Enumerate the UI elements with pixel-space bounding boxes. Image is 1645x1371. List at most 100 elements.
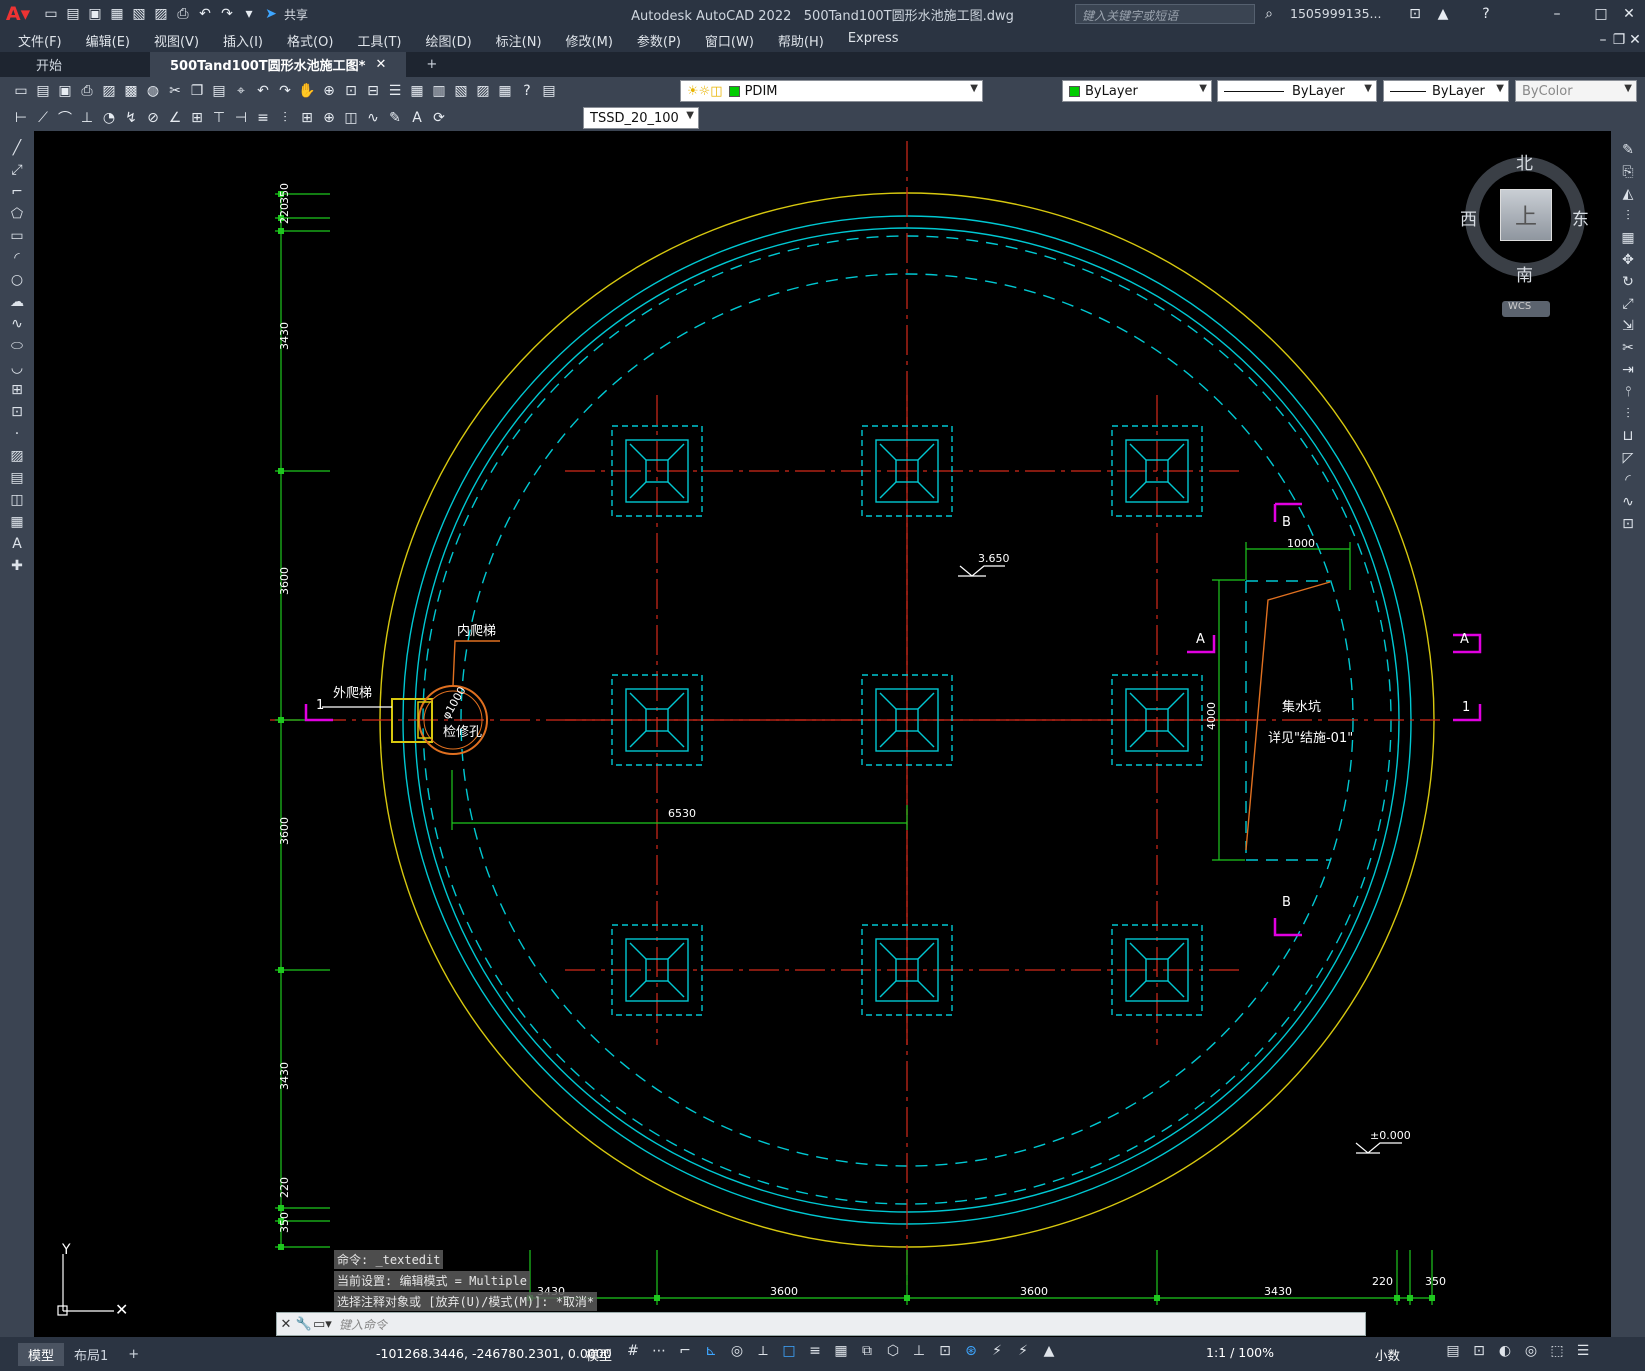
rotate-icon[interactable]: ↻	[1611, 271, 1645, 293]
grid-icon[interactable]: #	[620, 1343, 646, 1359]
app-menu-button[interactable]: A▾	[0, 1, 36, 27]
erase-icon[interactable]: ✎	[1611, 139, 1645, 161]
tab-drawing[interactable]: 500Tand100T圆形水池施工图* ✕	[150, 52, 407, 77]
region-icon[interactable]: ◫	[0, 489, 34, 511]
publish-icon[interactable]: ▧	[128, 3, 150, 25]
selection-cycle-icon[interactable]: ⧉	[854, 1343, 880, 1359]
menu-item[interactable]: 格式(O)	[275, 31, 345, 50]
gradient-icon[interactable]: ▤	[0, 467, 34, 489]
ellipse-icon[interactable]: ⬭	[0, 335, 34, 357]
minimize-icon[interactable]: –	[1546, 3, 1568, 25]
viewcube-south[interactable]: 南	[1516, 261, 1533, 286]
preview-icon[interactable]: ▨	[98, 80, 120, 102]
tab-start[interactable]: 开始	[0, 52, 150, 77]
plot-icon[interactable]: ▨	[150, 3, 172, 25]
menu-item[interactable]: 视图(V)	[142, 31, 211, 50]
command-line[interactable]: ✕ 🔧 ▭▾ 键入命令	[276, 1312, 1366, 1336]
gizmo-icon[interactable]: ⊛	[958, 1343, 984, 1359]
redo-icon[interactable]: ↷	[216, 3, 238, 25]
cmd-close-icon[interactable]: ✕	[277, 1317, 295, 1332]
hw-accel-icon[interactable]: ◎	[1518, 1343, 1544, 1359]
pan-icon[interactable]: ✋	[296, 80, 318, 102]
edit-text-icon[interactable]: A	[406, 107, 428, 129]
stretch-icon[interactable]: ⇲	[1611, 315, 1645, 337]
insert-block-icon[interactable]: ⊞	[0, 379, 34, 401]
3dosnap-icon[interactable]: ⬡	[880, 1343, 906, 1359]
new-icon[interactable]: ▭	[10, 80, 32, 102]
new-icon[interactable]: ▭	[40, 3, 62, 25]
annotation-scale[interactable]: 1:1 / 100%	[1206, 1345, 1274, 1360]
design-center-icon[interactable]: ▦	[406, 80, 428, 102]
plotstyle-dropdown[interactable]: ByColor ▼	[1515, 80, 1637, 102]
infer-icon[interactable]: ⌐	[672, 1343, 698, 1359]
osnap-icon[interactable]: □	[776, 1343, 802, 1359]
pline-icon[interactable]: ⌐	[0, 181, 34, 203]
viewcube-north[interactable]: 北	[1516, 149, 1533, 174]
customize-icon[interactable]: ☰	[1570, 1343, 1596, 1359]
make-block-icon[interactable]: ⊡	[0, 401, 34, 423]
new-tab-button[interactable]: +	[406, 52, 457, 77]
rectangle-icon[interactable]: ▭	[0, 225, 34, 247]
point-icon[interactable]: ·	[0, 423, 34, 445]
globe-icon[interactable]: ◍	[142, 80, 164, 102]
linetype-dropdown[interactable]: ByLayer ▼	[1217, 80, 1377, 102]
annot-icon[interactable]: ▲	[1036, 1343, 1062, 1359]
save-icon[interactable]: ▣	[54, 80, 76, 102]
explode-icon[interactable]: ⊡	[1611, 513, 1645, 535]
viewcube-west[interactable]: 西	[1460, 205, 1477, 230]
paste-icon[interactable]: ▤	[208, 80, 230, 102]
search-input[interactable]: 键入关键字或短语	[1075, 4, 1255, 24]
viewcube-face[interactable]: 上	[1500, 189, 1552, 241]
zoom-prev-icon[interactable]: ⊟	[362, 80, 384, 102]
continue-icon[interactable]: ⊣	[230, 107, 252, 129]
menu-item[interactable]: 绘图(D)	[414, 31, 484, 50]
transparency-icon[interactable]: ▦	[828, 1343, 854, 1359]
menu-item[interactable]: 窗口(W)	[693, 31, 766, 50]
cmd-customize-icon[interactable]: 🔧	[295, 1317, 313, 1332]
polygon-icon[interactable]: ⬠	[0, 203, 34, 225]
jogline-icon[interactable]: ∿	[362, 107, 384, 129]
cut-icon[interactable]: ✂	[164, 80, 186, 102]
dimstyle-dropdown[interactable]: TSSD_20_100 ▼	[583, 107, 699, 129]
more-icon[interactable]: ▾	[238, 3, 260, 25]
menu-item[interactable]: Express	[836, 31, 911, 50]
sheetset-icon[interactable]: ▧	[450, 80, 472, 102]
copy-icon[interactable]: ❐	[186, 80, 208, 102]
array-icon[interactable]: ▦	[1611, 227, 1645, 249]
ortho-icon[interactable]: ⊾	[698, 1343, 724, 1359]
help-icon[interactable]: ?	[516, 80, 538, 102]
extend-icon[interactable]: ⇥	[1611, 359, 1645, 381]
undo-icon[interactable]: ↶	[252, 80, 274, 102]
menu-item[interactable]: 标注(N)	[484, 31, 554, 50]
ordinate-icon[interactable]: ⊥	[76, 107, 98, 129]
offset-icon[interactable]: ⫶	[1611, 205, 1645, 227]
saveas-icon[interactable]: ▦	[106, 3, 128, 25]
maximize-icon[interactable]: □	[1590, 3, 1612, 25]
auto-scale-icon[interactable]: ⚡	[1010, 1343, 1036, 1359]
layer-dropdown[interactable]: ☀☼◫ PDIM ▼	[680, 80, 983, 102]
tab-layout1[interactable]: 布局1	[64, 1343, 118, 1366]
space-icon[interactable]: ≡	[252, 107, 274, 129]
model-space-toggle[interactable]: 模型	[586, 1345, 612, 1364]
search-icon[interactable]: ⌕	[1258, 3, 1280, 25]
tab-model[interactable]: 模型	[18, 1342, 65, 1366]
annot-visible-icon[interactable]: ⚡	[984, 1343, 1010, 1359]
table-icon[interactable]: ▦	[0, 511, 34, 533]
xline-icon[interactable]: ⤢	[0, 159, 34, 181]
scale-icon[interactable]: ⤢	[1611, 293, 1645, 315]
wcs-menu[interactable]: WCS	[1502, 301, 1550, 317]
quick-props-icon[interactable]: ▤	[1440, 1343, 1466, 1359]
share-label[interactable]: 共享	[284, 6, 308, 23]
radius-icon[interactable]: ◔	[98, 107, 120, 129]
revcloud-icon[interactable]: ☁	[0, 291, 34, 313]
mirror-icon[interactable]: ◭	[1611, 183, 1645, 205]
print-icon[interactable]: ⎙	[76, 80, 98, 102]
diameter-icon[interactable]: ⊘	[142, 107, 164, 129]
viewcube-east[interactable]: 东	[1572, 205, 1589, 230]
aligned-dim-icon[interactable]: ⟋	[32, 107, 54, 129]
coordinate-readout[interactable]: -101268.3446, -246780.2301, 0.0000	[376, 1346, 612, 1361]
chamfer-icon[interactable]: ◸	[1611, 447, 1645, 469]
menu-item[interactable]: 修改(M)	[554, 31, 625, 50]
ellipse-arc-icon[interactable]: ◡	[0, 357, 34, 379]
move-icon[interactable]: ✥	[1611, 249, 1645, 271]
